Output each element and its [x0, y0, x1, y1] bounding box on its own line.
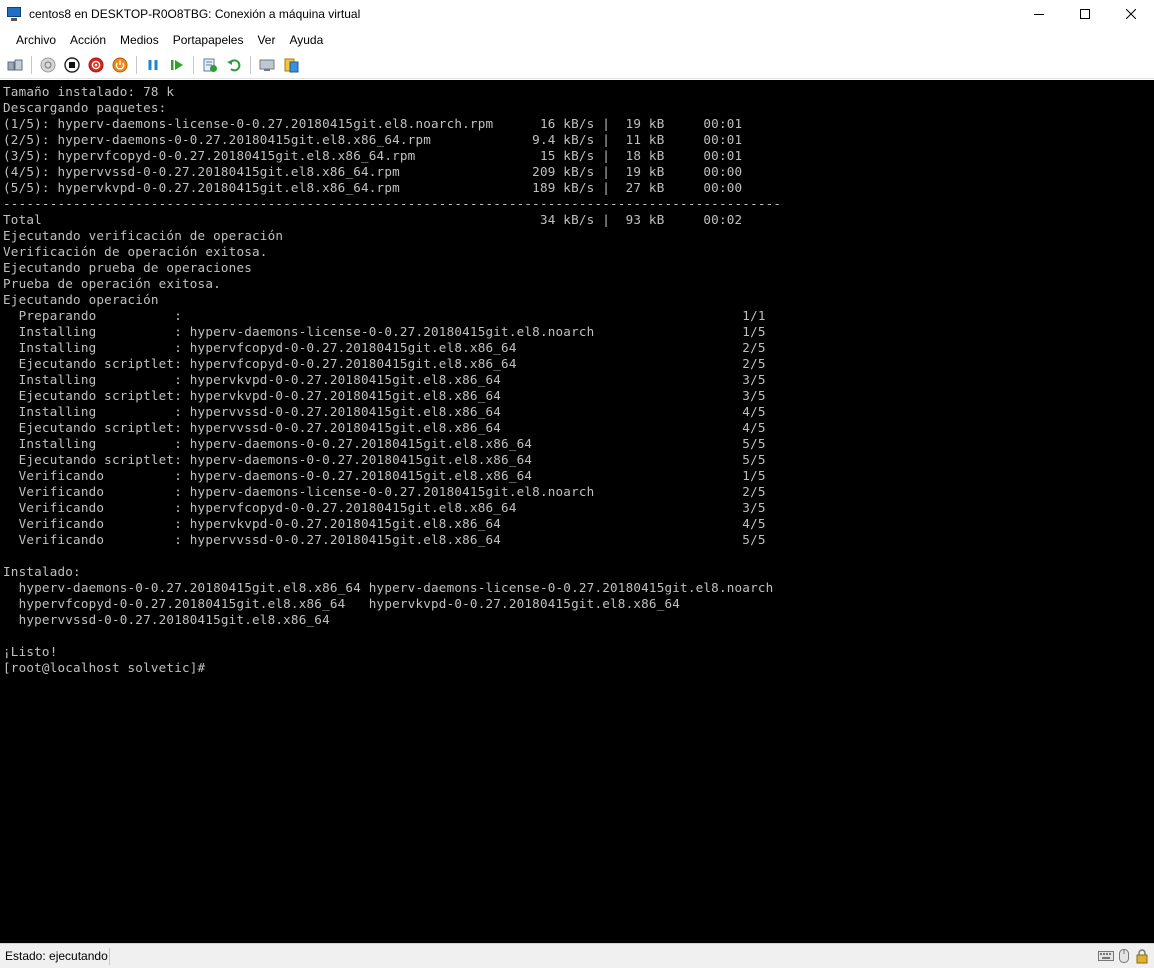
resume-button[interactable]: [166, 54, 188, 76]
vm-console[interactable]: Tamaño instalado: 78 k Descargando paquet…: [0, 80, 1154, 943]
console-line: Ejecutando scriptlet: hypervkvpd-0-0.27.…: [3, 388, 766, 403]
console-line: Installing : hypervvssd-0-0.27.20180415g…: [3, 404, 766, 419]
menu-accion[interactable]: Acción: [63, 28, 113, 52]
console-line: Verificando : hyperv-daemons-license-0-0…: [3, 484, 766, 499]
menu-archivo[interactable]: Archivo: [9, 28, 63, 52]
maximize-icon: [1080, 9, 1090, 19]
turn-off-button[interactable]: [61, 54, 83, 76]
console-line: ¡Listo!: [3, 644, 58, 659]
ctrl-alt-del-icon: [7, 59, 23, 71]
lock-icon: [1136, 949, 1148, 964]
status-text: Estado: ejecutando: [0, 947, 110, 965]
window-controls: [1016, 0, 1154, 28]
ctrl-alt-del-button[interactable]: [4, 54, 26, 76]
shut-down-button[interactable]: [85, 54, 107, 76]
close-button[interactable]: [1108, 0, 1154, 28]
minimize-button[interactable]: [1016, 0, 1062, 28]
console-line: Preparando : 1/1: [3, 308, 766, 323]
shut-down-icon: [88, 57, 104, 73]
vm-connect-icon: [6, 6, 22, 22]
enhanced-session-button[interactable]: [256, 54, 278, 76]
checkpoint-icon: [203, 58, 217, 72]
console-line: Verificando : hypervkvpd-0-0.27.20180415…: [3, 516, 766, 531]
toolbar-separator: [193, 56, 194, 74]
save-state-button[interactable]: [109, 54, 131, 76]
power-icon: [112, 57, 128, 73]
menu-ayuda[interactable]: Ayuda: [282, 28, 330, 52]
console-line: Ejecutando verificación de operación: [3, 228, 284, 243]
console-line: Ejecutando scriptlet: hyperv-daemons-0-0…: [3, 452, 766, 467]
toolbar-separator: [136, 56, 137, 74]
console-line: (2/5): hyperv-daemons-0-0.27.20180415git…: [3, 132, 743, 147]
minimize-icon: [1034, 14, 1044, 15]
console-line: (5/5): hypervkvpd-0-0.27.20180415git.el8…: [3, 180, 743, 195]
toolbar-separator: [250, 56, 251, 74]
console-line: (3/5): hypervfcopyd-0-0.27.20180415git.e…: [3, 148, 743, 163]
console-line: [root@localhost solvetic]#: [3, 660, 206, 675]
enhanced-session-icon: [259, 59, 275, 71]
console-line: Prueba de operación exitosa.: [3, 276, 221, 291]
console-line: hyperv-daemons-0-0.27.20180415git.el8.x8…: [3, 580, 774, 595]
console-line: Ejecutando scriptlet: hypervfcopyd-0-0.2…: [3, 356, 766, 371]
console-line: Verificando : hypervfcopyd-0-0.27.201804…: [3, 500, 766, 515]
menu-bar: Archivo Acción Medios Portapapeles Ver A…: [0, 28, 1154, 52]
resume-icon: [171, 60, 183, 70]
revert-button[interactable]: [223, 54, 245, 76]
menu-medios[interactable]: Medios: [113, 28, 166, 52]
console-line: Ejecutando scriptlet: hypervvssd-0-0.27.…: [3, 420, 766, 435]
menu-ver[interactable]: Ver: [250, 28, 282, 52]
share-button[interactable]: [280, 54, 302, 76]
maximize-button[interactable]: [1062, 0, 1108, 28]
start-icon: [40, 57, 56, 73]
console-line: Installing : hyperv-daemons-license-0-0.…: [3, 324, 766, 339]
console-line: hypervvssd-0-0.27.20180415git.el8.x86_64: [3, 612, 330, 627]
console-line: Ejecutando operación: [3, 292, 159, 307]
window-title: centos8 en DESKTOP-R0O8TBG: Conexión a m…: [29, 7, 361, 21]
pause-icon: [148, 60, 158, 70]
console-line: (1/5): hyperv-daemons-license-0-0.27.201…: [3, 116, 743, 131]
toolbar-separator: [31, 56, 32, 74]
pause-button[interactable]: [142, 54, 164, 76]
console-line: Verificando : hyperv-daemons-0-0.27.2018…: [3, 468, 766, 483]
revert-icon: [227, 59, 241, 72]
mouse-icon: [1119, 949, 1129, 963]
console-line: Verificación de operación exitosa.: [3, 244, 268, 259]
status-icons: [1098, 948, 1150, 964]
console-line: Verificando : hypervvssd-0-0.27.20180415…: [3, 532, 766, 547]
console-line: Installing : hypervkvpd-0-0.27.20180415g…: [3, 372, 766, 387]
toolbar: [0, 52, 1154, 79]
start-button[interactable]: [37, 54, 59, 76]
title-bar: centos8 en DESKTOP-R0O8TBG: Conexión a m…: [0, 0, 1154, 28]
console-line: Installing : hyperv-daemons-0-0.27.20180…: [3, 436, 766, 451]
close-icon: [1126, 9, 1136, 19]
console-line: (4/5): hypervvssd-0-0.27.20180415git.el8…: [3, 164, 743, 179]
console-line: Tamaño instalado: 78 k: [3, 84, 175, 99]
console-line: Descargando paquetes:: [3, 100, 167, 115]
console-line: hypervfcopyd-0-0.27.20180415git.el8.x86_…: [3, 596, 681, 611]
console-line: ----------------------------------------…: [3, 196, 782, 211]
console-line: Total 34 kB/s | 93 kB 00:02: [3, 212, 743, 227]
console-line: Installing : hypervfcopyd-0-0.27.2018041…: [3, 340, 766, 355]
checkpoint-button[interactable]: [199, 54, 221, 76]
status-bar: Estado: ejecutando: [0, 943, 1154, 968]
console-line: Ejecutando prueba de operaciones: [3, 260, 253, 275]
keyboard-icon: [1098, 951, 1114, 961]
share-icon: [284, 58, 299, 73]
menu-portapapeles[interactable]: Portapapeles: [166, 28, 251, 52]
turn-off-icon: [64, 57, 80, 73]
console-line: Instalado:: [3, 564, 81, 579]
